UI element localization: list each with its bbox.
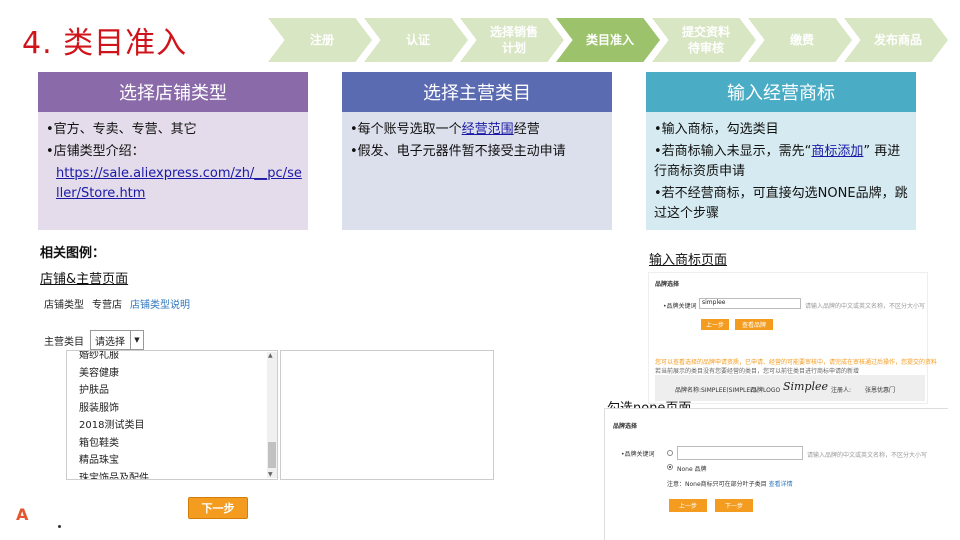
view-details-link[interactable]: 查看详情 [769, 481, 793, 488]
brand-line3: •若不经营商标，可直接勾选NONE品牌，跳过这个步骤 [654, 186, 908, 221]
step-register: 注册 [268, 18, 372, 62]
category-select[interactable]: 请选择 ▼ [90, 330, 144, 350]
none-brand-option: None 品牌 [677, 466, 707, 473]
store-type-line2: •店铺类型介绍： [46, 144, 145, 159]
brand-card: 输入经营商标 •输入商标，勾选类目 •若商标输入未显示，需先“商标添加” 再进行… [646, 72, 916, 230]
brand-input-screenshot: 品牌选择 •品牌关键词 simplee 请输入品牌的中文或英文名称，不区分大小写… [648, 272, 937, 404]
none-brand-screenshot: 品牌选择 •品牌关键词 请输入品牌的中文或英文名称，不区分大小写 None 品牌… [604, 408, 948, 540]
brand-keyword-label: •品牌关键词 [663, 303, 697, 310]
shop-type-row: 店铺类型 专营店 店铺类型说明 [44, 296, 190, 311]
brand-keyword-hint: 请输入品牌的中文或英文名称，不区分大小写 [805, 303, 926, 310]
step-payment: 缴费 [748, 18, 852, 62]
aliexpress-logo-icon: A [16, 505, 29, 524]
step-verify: 认证 [364, 18, 468, 62]
prev-step-button[interactable]: 上一步 [701, 319, 729, 330]
shop-type-info-link[interactable]: 店铺类型说明 [130, 296, 190, 311]
brand-page-label: 输入商标页面 [649, 253, 728, 268]
list-item[interactable]: 2018测试类目 [79, 417, 265, 435]
brand-body: •输入商标，勾选类目 •若商标输入未显示，需先“商标添加” 再进行商标资质申请 … [646, 112, 916, 230]
store-type-card: 选择店铺类型 •官方、专卖、专营、其它 •店铺类型介绍： https://sal… [38, 72, 308, 230]
brand-logo-image: Simplee [783, 380, 829, 393]
brand-warning-2: 若当前展示的类目没有您要经营的类目，您可以前往类目进行商标申请的新增 [655, 368, 860, 375]
brand-line1: •输入商标，勾选类目 [654, 122, 779, 137]
store-type-heading: 选择店铺类型 [38, 72, 308, 112]
shop-type-value: 专营店 [92, 300, 122, 311]
main-category-line1-end: 经营 [513, 122, 540, 137]
step-category-access: 类目准入 [556, 18, 660, 62]
brand-info-logo-label: 品牌LOGO [751, 387, 781, 394]
category-list[interactable]: 婚纱礼服 美容健康 护肤品 服装服饰 2018测试类目 箱包鞋类 精品珠宝 珠宝… [66, 350, 278, 480]
list-item[interactable]: 美容健康 [79, 365, 265, 383]
brand-select-title: 品牌选择 [655, 281, 680, 288]
none-brand-note: 注意：None商标只可在部分叶子类目 查看详情 [667, 481, 793, 488]
category-scrollbar[interactable]: ▲ ▼ [267, 352, 277, 478]
store-type-url-link[interactable]: https://sale.aliexpress.com/zh/__pc/sell… [56, 166, 302, 201]
add-brand-link[interactable]: 商标添加 [811, 144, 863, 159]
chevron-down-icon[interactable]: ▼ [130, 331, 143, 349]
main-category-body: •每个账号选取一个经营范围经营 •假发、电子元器件暂不接受主动申请 [342, 112, 612, 230]
examples-label: 相关图例： [40, 246, 106, 261]
brand-heading: 输入经营商标 [646, 72, 916, 112]
none-brand-title: 品牌选择 [613, 423, 638, 430]
brand-radio[interactable] [667, 450, 673, 456]
store-type-line1: •官方、专卖、专营、其它 [46, 122, 197, 137]
view-brand-button[interactable]: 查看品牌 [735, 319, 773, 330]
none-next-button[interactable]: 下一步 [715, 499, 753, 512]
scroll-up-icon[interactable]: ▲ [268, 352, 273, 359]
none-keyword-label: •品牌关键词 [621, 451, 655, 458]
main-category-heading: 选择主营类目 [342, 72, 612, 112]
next-step-button[interactable]: 下一步 [188, 497, 248, 519]
brand-holder-value: 张恩优惠门 [865, 387, 896, 394]
scroll-down-icon[interactable]: ▼ [268, 471, 273, 478]
scrollbar-thumb[interactable] [268, 442, 276, 468]
step-publish: 发布商品 [844, 18, 948, 62]
dot-decoration [58, 525, 61, 528]
list-item[interactable]: 珠宝饰品及配件 [79, 470, 265, 480]
brand-keyword-input[interactable]: simplee [699, 298, 801, 309]
list-item[interactable]: 服装服饰 [79, 400, 265, 418]
business-scope-link[interactable]: 经营范围 [462, 122, 514, 137]
main-category-line1: •每个账号选取一个 [350, 122, 462, 137]
list-item[interactable]: 箱包鞋类 [79, 435, 265, 453]
main-category-line2: •假发、电子元器件暂不接受主动申请 [350, 144, 566, 159]
store-type-body: •官方、专卖、专营、其它 •店铺类型介绍： https://sale.aliex… [38, 112, 308, 230]
main-category-card: 选择主营类目 •每个账号选取一个经营范围经营 •假发、电子元器件暂不接受主动申请 [342, 72, 612, 230]
step-sales-plan: 选择销售 计划 [460, 18, 564, 62]
brand-info-bar: 品牌名称:SIMPLEE(SIMPLEE) 品牌LOGO Simplee 注册人… [655, 375, 925, 401]
brand-holder-label: 注册人: [831, 387, 852, 394]
category-label: 主营类目 [44, 337, 84, 348]
slide: 4. 类目准入 注册 认证 选择销售 计划 类目准入 提交资料 待审核 缴费 发… [0, 0, 960, 540]
brand-info-name: 品牌名称:SIMPLEE(SIMPLEE) [675, 387, 757, 394]
list-item[interactable]: 精品珠宝 [79, 452, 265, 470]
list-item[interactable]: 护肤品 [79, 382, 265, 400]
list-item[interactable]: 婚纱礼服 [79, 351, 265, 365]
none-keyword-input[interactable] [677, 446, 803, 460]
none-brand-radio[interactable] [667, 464, 673, 470]
none-prev-button[interactable]: 上一步 [669, 499, 707, 512]
none-keyword-hint: 请输入品牌的中文或英文名称，不区分大小写 [807, 452, 928, 459]
step-submit-review: 提交资料 待审核 [652, 18, 756, 62]
category-select-value: 请选择 [95, 336, 125, 348]
shop-type-label: 店铺类型 [44, 300, 84, 311]
subcategory-list[interactable] [280, 350, 494, 480]
brand-line2: •若商标输入未显示，需先“ [654, 144, 812, 159]
store-page-label: 店铺&主营页面 [40, 272, 129, 287]
brand-warning-1: 您可以查看选择的品牌申请资质，已申请、经营的可能要审核中，请完成在审核通过后操作… [655, 359, 938, 366]
page-title: 4. 类目准入 [22, 26, 188, 61]
